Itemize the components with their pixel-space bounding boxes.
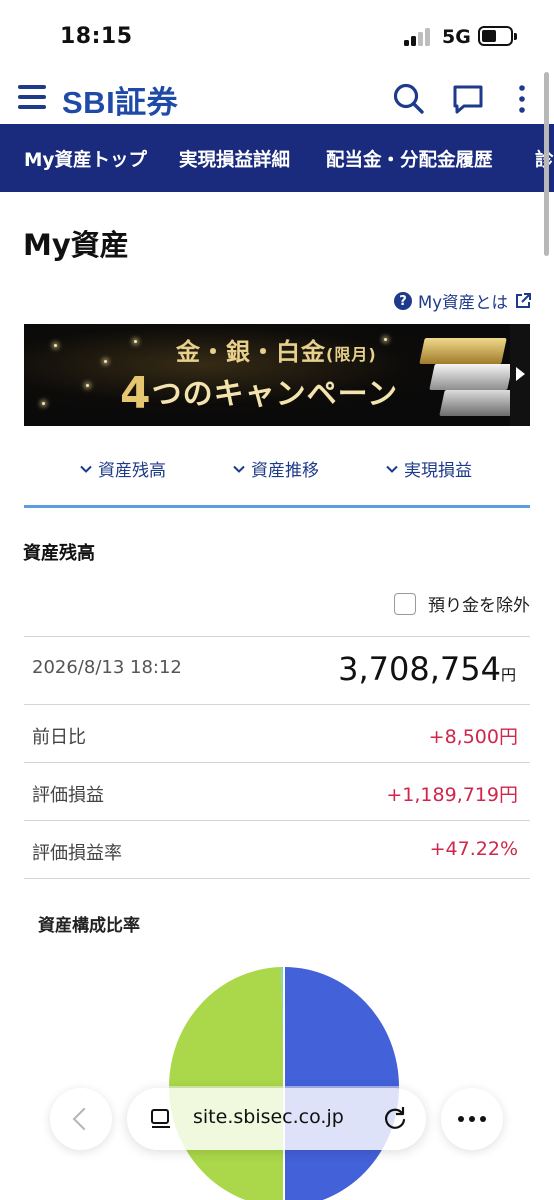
rows-divider — [24, 878, 530, 879]
more-vertical-icon[interactable] — [510, 82, 534, 116]
total-assets-row: 2026/8/13 18:12 3,708,754円 — [24, 636, 530, 704]
composition-title: 資産構成比率 — [38, 916, 140, 936]
metric-label: 評価損益 — [32, 785, 104, 806]
browser-more-button[interactable] — [441, 1088, 503, 1150]
pie-slice-green-upper — [169, 967, 284, 1087]
nav-tabs: My資産トップ 実現損益詳細 配当金・分配金履歴 診 — [0, 124, 554, 192]
section-title-balance: 資産残高 — [23, 543, 95, 564]
signal-icon — [404, 28, 434, 46]
composition-pie-chart — [169, 967, 399, 1200]
anchor-divider — [24, 505, 530, 508]
banner-headline: 金・銀・白金(限月) — [176, 338, 377, 366]
help-link[interactable]: ? My資産とは — [393, 289, 532, 313]
question-icon: ? — [393, 292, 412, 310]
page-title: My資産 — [23, 228, 129, 262]
scroll-indicator — [544, 72, 549, 256]
browser-url-bar[interactable]: site.sbisec.co.jp — [127, 1088, 426, 1150]
banner-subheadline: 4つのキャンペーン — [120, 368, 399, 419]
chevron-down-icon — [386, 465, 398, 473]
gold-bar — [419, 338, 507, 364]
exclude-deposit-label: 預り金を除外 — [428, 596, 530, 616]
metric-row-unrealized-pnl: 評価損益 +1,189,719円 — [24, 762, 530, 820]
app-header: SBI証券 — [0, 66, 554, 124]
network-type: 5G — [442, 26, 471, 48]
page: 18:15 5G SBI証券 My資産トップ 実現損益詳細 配当金・分配金履歴 … — [0, 0, 554, 1200]
battery-icon — [478, 26, 517, 46]
banner-next-arrow[interactable] — [510, 324, 530, 426]
exclude-deposit-toggle[interactable]: 預り金を除外 — [394, 591, 530, 616]
anchor-trend[interactable]: 資産推移 — [233, 456, 319, 481]
page-settings-icon[interactable] — [149, 1107, 173, 1131]
platinum-bar — [439, 390, 517, 416]
chat-icon[interactable] — [451, 82, 485, 116]
metric-label: 前日比 — [32, 727, 86, 748]
tab-my-assets-top[interactable]: My資産トップ — [24, 146, 147, 172]
metric-value: +1,189,719円 — [386, 784, 518, 806]
reload-icon[interactable] — [382, 1105, 408, 1131]
anchor-realized[interactable]: 実現損益 — [386, 456, 472, 481]
tab-dividend-history[interactable]: 配当金・分配金履歴 — [326, 146, 493, 172]
browser-back-button[interactable] — [50, 1088, 112, 1150]
search-icon[interactable] — [392, 82, 426, 116]
pie-slice-blue — [284, 967, 399, 1087]
metric-value: +8,500円 — [428, 726, 518, 748]
status-bar: 18:15 5G — [0, 0, 554, 66]
menu-icon[interactable] — [18, 85, 46, 109]
browser-url-text: site.sbisec.co.jp — [193, 1106, 344, 1128]
anchor-balance[interactable]: 資産残高 — [80, 456, 166, 481]
metric-value: +47.22% — [429, 838, 518, 860]
chevron-down-icon — [233, 465, 245, 473]
metric-row-unrealized-pnl-rate: 評価損益率 +47.22% — [24, 820, 530, 878]
total-assets-value: 3,708,754円 — [338, 650, 516, 688]
section-anchors: 資産残高 資産推移 実現損益 — [0, 456, 554, 486]
campaign-banner[interactable]: 金・銀・白金(限月) 4つのキャンペーン — [24, 324, 530, 426]
help-link-label: My資産とは — [417, 293, 508, 312]
silver-bar — [429, 364, 513, 390]
status-time: 18:15 — [60, 24, 133, 49]
metric-label: 評価損益率 — [32, 843, 122, 864]
more-horizontal-icon — [458, 1116, 486, 1122]
metric-row-day-change: 前日比 +8,500円 — [24, 704, 530, 762]
external-link-icon — [516, 293, 531, 308]
exclude-deposit-checkbox[interactable] — [394, 592, 416, 615]
sbi-logo[interactable]: SBI証券 — [62, 77, 178, 122]
balance-datetime: 2026/8/13 18:12 — [32, 657, 182, 678]
tab-realized-pnl[interactable]: 実現損益詳細 — [179, 146, 290, 172]
chevron-down-icon — [80, 465, 92, 473]
